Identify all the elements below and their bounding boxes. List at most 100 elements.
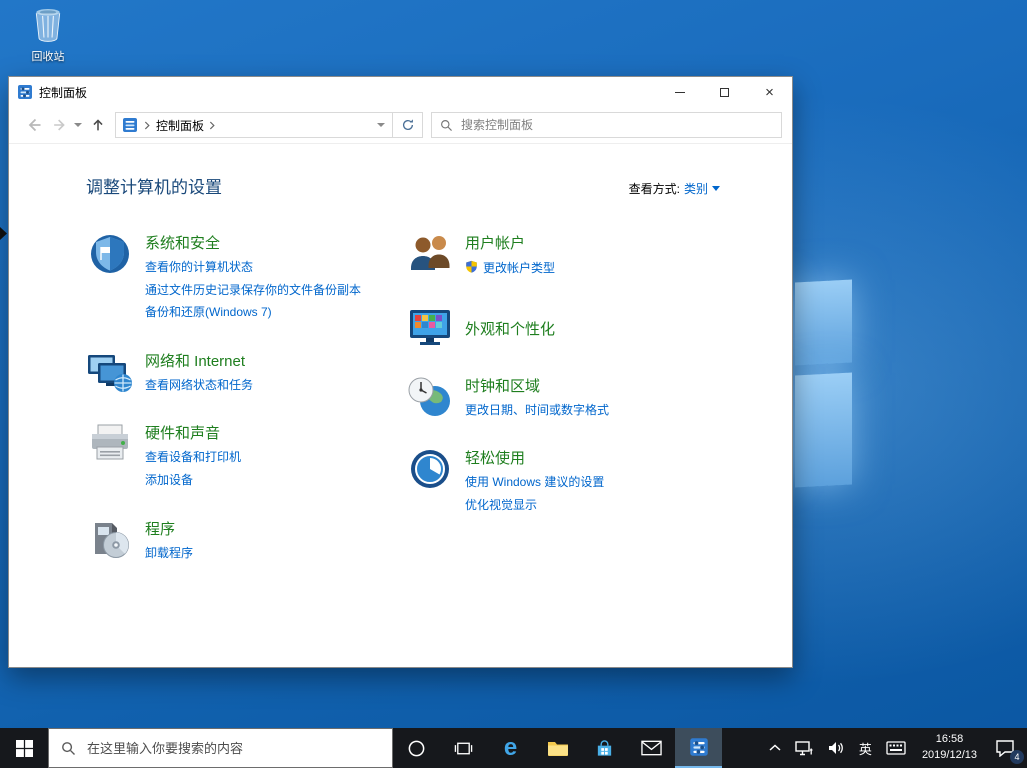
page-title: 调整计算机的设置 xyxy=(86,173,222,198)
refresh-icon xyxy=(401,118,415,132)
category-title-link[interactable]: 轻松使用 xyxy=(465,447,525,468)
chevron-down-icon xyxy=(712,186,720,191)
task-link[interactable]: 添加设备 xyxy=(145,473,241,489)
category-title-link[interactable]: 外观和个性化 xyxy=(465,318,555,339)
taskbar-clock[interactable]: 16:58 2019/12/13 xyxy=(913,732,986,764)
view-by-value: 类别 xyxy=(684,180,708,197)
categories-left-column: 系统和安全 查看你的计算机状态 通过文件历史记录保存你的文件备份副本 备份和还原… xyxy=(86,230,406,588)
titlebar[interactable]: 控制面板 × xyxy=(9,77,792,107)
task-link[interactable]: 更改日期、时间或数字格式 xyxy=(465,403,609,419)
minimize-icon xyxy=(675,92,685,93)
maximize-button[interactable] xyxy=(702,77,747,107)
forward-button[interactable] xyxy=(49,112,71,138)
breadcrumb-chevron-icon[interactable] xyxy=(206,121,219,130)
control-panel-search-input[interactable] xyxy=(459,117,773,133)
control-panel-icon xyxy=(17,84,33,100)
back-arrow-icon xyxy=(24,115,44,135)
mail-button[interactable] xyxy=(628,728,675,768)
breadcrumb[interactable]: 控制面板 xyxy=(115,112,393,138)
back-button[interactable] xyxy=(19,112,49,138)
recycle-bin-desktop-icon[interactable]: 回收站 xyxy=(12,6,84,64)
taskbar: e xyxy=(0,728,1027,768)
tray-expand-button[interactable] xyxy=(762,728,788,768)
category-hardware-sound: 硬件和声音 查看设备和打印机 添加设备 xyxy=(86,420,406,495)
task-link-label: 更改帐户类型 xyxy=(483,261,555,277)
edge-button[interactable]: e xyxy=(487,728,534,768)
volume-icon xyxy=(827,741,845,755)
task-link[interactable]: 更改帐户类型 xyxy=(465,260,555,278)
recent-locations-button[interactable] xyxy=(71,112,85,138)
desktop: 回收站 控制面板 × xyxy=(0,0,1027,768)
system-tray: 英 16:58 2019/12/13 4 xyxy=(762,728,1027,768)
category-appearance-personalization: 外观和个性化 xyxy=(406,305,726,353)
recycle-bin-label: 回收站 xyxy=(12,48,84,64)
breadcrumb-chevron-icon[interactable] xyxy=(141,121,154,130)
task-link[interactable]: 卸载程序 xyxy=(145,546,193,562)
control-panel-breadcrumb-icon[interactable] xyxy=(122,117,138,133)
network-status-button[interactable] xyxy=(788,728,820,768)
category-title-link[interactable]: 硬件和声音 xyxy=(145,422,220,443)
control-panel-window: 控制面板 × xyxy=(8,76,793,668)
volume-button[interactable] xyxy=(820,728,852,768)
programs-icon[interactable] xyxy=(86,516,134,564)
category-system-security: 系统和安全 查看你的计算机状态 通过文件历史记录保存你的文件备份副本 备份和还原… xyxy=(86,230,406,328)
ime-indicator[interactable]: 英 xyxy=(852,728,879,768)
task-view-icon xyxy=(454,739,473,758)
category-title-link[interactable]: 系统和安全 xyxy=(145,232,220,253)
wallpaper-logo-pane xyxy=(795,280,852,366)
address-dropdown-button[interactable] xyxy=(370,113,392,137)
action-center-button[interactable]: 4 xyxy=(986,728,1027,768)
task-link[interactable]: 查看你的计算机状态 xyxy=(145,260,361,276)
category-title-link[interactable]: 用户帐户 xyxy=(465,232,525,253)
file-explorer-button[interactable] xyxy=(534,728,581,768)
hardware-sound-icon[interactable] xyxy=(86,420,134,468)
task-view-button[interactable] xyxy=(440,728,487,768)
category-title-link[interactable]: 时钟和区域 xyxy=(465,375,540,396)
clock-region-icon[interactable] xyxy=(406,373,454,421)
ease-of-access-icon[interactable] xyxy=(406,445,454,493)
category-title-link[interactable]: 程序 xyxy=(145,518,175,539)
task-link[interactable]: 优化视觉显示 xyxy=(465,498,604,514)
cortana-button[interactable] xyxy=(393,728,440,768)
control-panel-search-box[interactable] xyxy=(431,112,782,138)
category-title-link[interactable]: 网络和 Internet xyxy=(145,350,245,371)
tray-date: 2019/12/13 xyxy=(922,748,977,764)
control-panel-taskbar-button[interactable] xyxy=(675,728,722,768)
touch-keyboard-button[interactable] xyxy=(879,728,913,768)
view-by-dropdown[interactable]: 类别 xyxy=(684,180,720,197)
view-by-control: 查看方式: 类别 xyxy=(629,180,720,197)
task-link[interactable]: 通过文件历史记录保存你的文件备份副本 xyxy=(145,283,361,299)
keyboard-icon xyxy=(886,741,906,755)
tray-time: 16:58 xyxy=(922,732,977,748)
chevron-down-icon xyxy=(377,123,385,127)
appearance-personalization-icon[interactable] xyxy=(406,305,454,353)
address-toolbar: 控制面板 xyxy=(9,107,792,144)
close-button[interactable]: × xyxy=(747,77,792,107)
window-title: 控制面板 xyxy=(39,84,87,101)
wallpaper-logo-pane xyxy=(795,373,852,488)
up-button[interactable] xyxy=(85,112,111,138)
category-user-accounts: 用户帐户 更改帐户类型 xyxy=(406,230,726,285)
task-link[interactable]: 使用 Windows 建议的设置 xyxy=(465,475,604,491)
refresh-button[interactable] xyxy=(393,112,423,138)
minimize-button[interactable] xyxy=(657,77,702,107)
breadcrumb-item-control-panel[interactable]: 控制面板 xyxy=(154,117,206,134)
category-programs: 程序 卸载程序 xyxy=(86,516,406,569)
system-security-icon[interactable] xyxy=(86,230,134,278)
store-button[interactable] xyxy=(581,728,628,768)
network-icon xyxy=(795,741,813,756)
recycle-bin-icon xyxy=(32,29,64,46)
start-button[interactable] xyxy=(0,728,48,768)
taskbar-search-box[interactable] xyxy=(48,728,393,768)
task-link[interactable]: 查看网络状态和任务 xyxy=(145,378,253,394)
task-link[interactable]: 查看设备和打印机 xyxy=(145,450,241,466)
user-accounts-icon[interactable] xyxy=(406,230,454,278)
close-icon: × xyxy=(765,85,774,100)
forward-arrow-icon xyxy=(51,116,69,134)
taskbar-search-input[interactable] xyxy=(85,740,384,757)
network-internet-icon[interactable] xyxy=(86,348,134,396)
category-ease-of-access: 轻松使用 使用 Windows 建议的设置 优化视觉显示 xyxy=(406,445,726,520)
up-arrow-icon xyxy=(89,116,107,134)
category-clock-region: 时钟和区域 更改日期、时间或数字格式 xyxy=(406,373,726,426)
task-link[interactable]: 备份和还原(Windows 7) xyxy=(145,305,361,321)
